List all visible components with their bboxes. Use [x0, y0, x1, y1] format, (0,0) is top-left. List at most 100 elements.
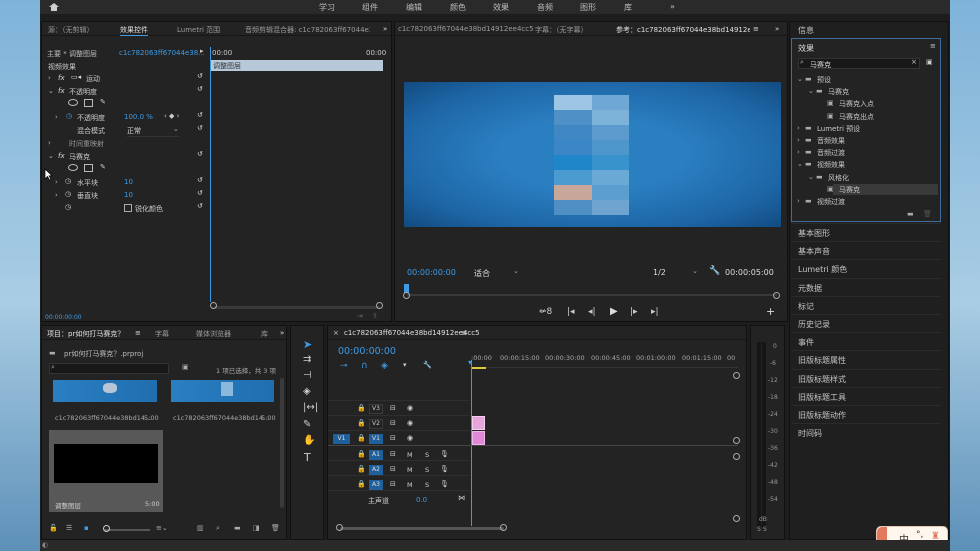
timeline-clip-v2[interactable] — [472, 416, 485, 430]
ec-timeline-clip[interactable]: 调整图层 — [210, 60, 383, 71]
tab-media-browser[interactable]: 媒体浏览器 — [196, 329, 231, 339]
find-icon[interactable]: ⌕ — [216, 524, 220, 533]
timeline-timecode[interactable]: 00:00:00:00 — [338, 346, 396, 357]
eye-icon[interactable]: ◉ — [407, 404, 413, 412]
step-back-icon[interactable]: ◂| — [588, 307, 596, 317]
lock-track-icon[interactable]: 🔒 — [357, 450, 366, 458]
side-panel-tab[interactable]: 旧版标题工具 — [791, 386, 941, 405]
program-timecode[interactable]: 00:00:00:00 — [407, 268, 456, 277]
nav-assembly[interactable]: 组件 — [362, 2, 378, 13]
mic-icon[interactable]: 🎙 — [440, 465, 449, 473]
tree-item-label[interactable]: 预设 — [817, 75, 831, 85]
info-header[interactable]: 信息 — [798, 25, 814, 36]
sync-lock-icon[interactable]: ⊟ — [390, 480, 396, 488]
time-remap-label[interactable]: 时间重映射 — [69, 139, 104, 149]
tree-item-label[interactable]: 马赛克出点 — [839, 112, 874, 122]
expand-icon[interactable]: › — [55, 178, 58, 186]
lock-track-icon[interactable]: 🔒 — [357, 434, 366, 442]
punctuation-icon[interactable]: °, — [916, 530, 923, 540]
master-clip-label[interactable]: 主要 * 调整图层 — [47, 49, 97, 59]
tab-source[interactable]: 源：（无剪辑） — [48, 25, 94, 35]
scroll-handle[interactable] — [733, 515, 740, 522]
collapse-icon[interactable]: ⌄ — [48, 87, 54, 95]
tree-item-label[interactable]: 音频效果 — [817, 136, 845, 146]
export-icon[interactable]: ⇪ — [372, 312, 378, 320]
track-label[interactable]: V3 — [369, 404, 383, 414]
track-label[interactable]: A3 — [369, 480, 383, 490]
playhead-handle[interactable]: ▾ — [468, 358, 472, 367]
eye-icon[interactable]: ◉ — [407, 419, 413, 427]
chevron-icon[interactable]: ⌄ — [808, 173, 814, 181]
slip-icon[interactable]: |↔| — [303, 402, 318, 413]
video-frame[interactable] — [404, 82, 781, 227]
marker-icon[interactable]: ◈ — [381, 361, 388, 371]
stopwatch-icon[interactable]: ◷ — [65, 177, 71, 185]
snap-icon[interactable]: ⊸ — [340, 361, 348, 371]
collapse-icon[interactable]: ⌄ — [48, 152, 54, 160]
tab-program[interactable]: 参考：c1c782063ff67044e38bd14912ee4cc5 — [616, 25, 750, 35]
sync-lock-icon[interactable]: ⊟ — [390, 465, 396, 473]
new-bin-icon[interactable]: ▣ — [182, 363, 189, 371]
icon-view-icon[interactable]: ▪ — [84, 524, 89, 532]
go-to-in-icon[interactable]: |◂ — [567, 307, 575, 317]
go-to-out-icon[interactable]: ▸| — [651, 307, 659, 317]
h-blocks-value[interactable]: 10 — [124, 178, 133, 186]
chevron-icon[interactable]: ⌄ — [797, 160, 803, 168]
new-bin-icon[interactable]: ▬ — [234, 524, 241, 532]
mic-icon[interactable]: 🎙 — [440, 480, 449, 488]
tree-item-label[interactable]: 视频过渡 — [817, 197, 845, 207]
rect-mask-icon[interactable] — [84, 99, 93, 107]
go-to-end-icon[interactable]: ⋈ — [458, 494, 465, 502]
chevron-icon[interactable]: › — [797, 136, 800, 144]
expand-icon[interactable]: › — [48, 139, 51, 147]
solo-button[interactable]: S — [763, 526, 767, 533]
reset-icon[interactable]: ↺ — [197, 111, 203, 119]
reset-icon[interactable]: ↺ — [197, 150, 203, 158]
sharpen-checkbox[interactable] — [124, 204, 132, 212]
side-panel-tab[interactable]: 历史记录 — [791, 314, 941, 332]
panel-menu-icon[interactable]: ≡ — [930, 42, 936, 50]
effects-title[interactable]: 效果 — [798, 43, 814, 54]
side-panel-tab[interactable]: 时间码 — [791, 423, 941, 441]
list-view-icon[interactable]: ☰ — [66, 524, 72, 532]
tree-item-label[interactable]: 风格化 — [828, 173, 849, 183]
master-volume[interactable]: 0.0 — [416, 496, 427, 504]
work-area-bar[interactable] — [471, 367, 486, 369]
lock-track-icon[interactable]: 🔒 — [357, 480, 366, 488]
mute-button[interactable]: M — [407, 466, 413, 474]
tree-item-label[interactable]: Lumetri 预设 — [817, 124, 860, 134]
clear-icon[interactable]: × — [911, 58, 917, 66]
ripple-edit-icon[interactable]: ⊣ — [303, 370, 312, 381]
side-panel-tab[interactable]: 基本声音 — [791, 241, 941, 259]
solo-button[interactable]: S — [425, 451, 429, 459]
project-scrollbar[interactable] — [280, 378, 284, 508]
tree-item-label[interactable]: 马赛克 — [828, 87, 849, 97]
pen-mask-icon[interactable]: ✎ — [100, 163, 106, 171]
solo-button[interactable]: S — [757, 526, 761, 533]
add-marker-icon[interactable]: ▾ — [403, 361, 407, 369]
tab-captions[interactable]: 字幕 — [155, 329, 169, 339]
hand-tool-icon[interactable]: ✋ — [303, 435, 315, 446]
lock-track-icon[interactable]: 🔒 — [357, 404, 366, 412]
scroll-handle[interactable] — [773, 292, 780, 299]
scroll-handle[interactable] — [733, 437, 740, 444]
nav-learn[interactable]: 学习 — [319, 2, 335, 13]
play-icon[interactable]: ▶ — [610, 306, 618, 317]
trash-icon[interactable]: 🗑 — [271, 524, 280, 532]
source-patch-v1[interactable]: V1 — [333, 434, 350, 444]
new-bin-icon[interactable]: ▣ — [926, 58, 933, 66]
mic-icon[interactable]: 🎙 — [440, 450, 449, 458]
wrench-icon[interactable]: 🔧 — [709, 266, 720, 276]
tab-audio-mixer[interactable]: 音频剪辑混合器: c1c782063ff67044e38 — [245, 25, 370, 35]
blend-mode-select[interactable]: 正常 — [127, 126, 179, 137]
mute-button[interactable]: M — [407, 481, 413, 489]
scroll-handle[interactable] — [403, 292, 410, 299]
project-thumb-2[interactable] — [171, 380, 274, 402]
timeline-clip-v1[interactable] — [472, 431, 485, 445]
side-panel-tab[interactable]: 元数据 — [791, 277, 941, 296]
tabs-overflow[interactable]: » — [280, 329, 284, 337]
selection-tool-icon[interactable]: ➤ — [303, 338, 312, 351]
close-icon[interactable]: × — [333, 329, 339, 337]
mosaic-label[interactable]: 马赛克 — [69, 152, 90, 162]
scroll-handle[interactable] — [733, 372, 740, 379]
